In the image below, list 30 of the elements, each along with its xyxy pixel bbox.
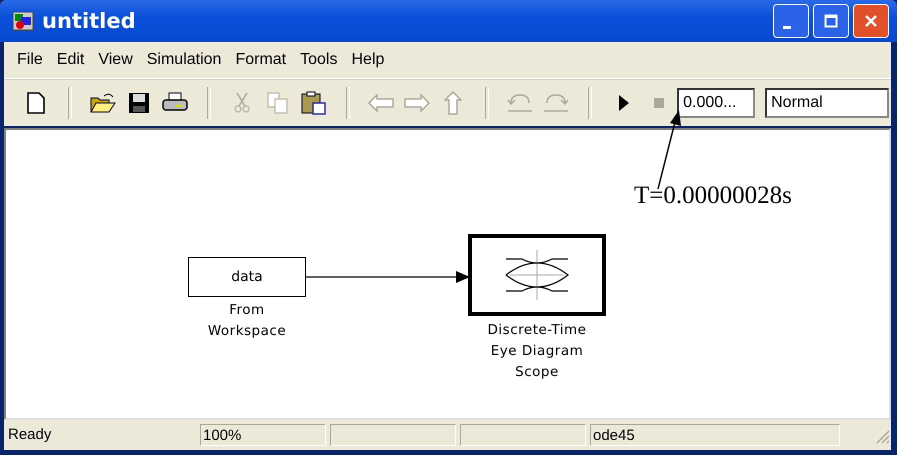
clipboard-icon[interactable]: [300, 91, 327, 115]
simulation-mode-field[interactable]: Normal: [765, 88, 890, 118]
printer-icon[interactable]: [162, 92, 188, 114]
scope-block[interactable]: [468, 234, 606, 316]
stop-time-field[interactable]: 0.000...: [677, 88, 756, 118]
annotation-text: T=0.00000028s: [634, 182, 792, 210]
menu-item[interactable]: Edit: [50, 51, 92, 69]
play-icon[interactable]: [618, 94, 630, 112]
block-label: From Workspace: [206, 301, 288, 341]
new-file-icon[interactable]: [26, 92, 45, 114]
maximize-icon: [824, 14, 838, 28]
minimize-icon: [783, 26, 791, 28]
menu-item[interactable]: Format: [228, 51, 294, 69]
close-icon: [864, 14, 878, 28]
solver-pane: ode45: [590, 424, 840, 446]
app-icon: [12, 11, 34, 31]
menu-item[interactable]: File: [10, 51, 50, 69]
status-message: Ready: [7, 425, 52, 445]
zoom-pane: 100%: [200, 424, 326, 446]
from-workspace-block[interactable]: data: [188, 257, 306, 297]
menu-item[interactable]: Tools: [293, 51, 344, 69]
window-title: untitled: [42, 9, 136, 33]
minimize-button[interactable]: [773, 4, 809, 38]
maximize-button[interactable]: [813, 4, 849, 38]
close-button[interactable]: [853, 4, 889, 38]
menu-item[interactable]: Help: [344, 51, 392, 69]
menu-item[interactable]: View: [91, 51, 140, 69]
block-label: Discrete-Time Eye Diagram Scope: [486, 321, 588, 382]
folder-icon[interactable]: [90, 92, 116, 114]
menu-item[interactable]: Simulation: [140, 51, 228, 69]
